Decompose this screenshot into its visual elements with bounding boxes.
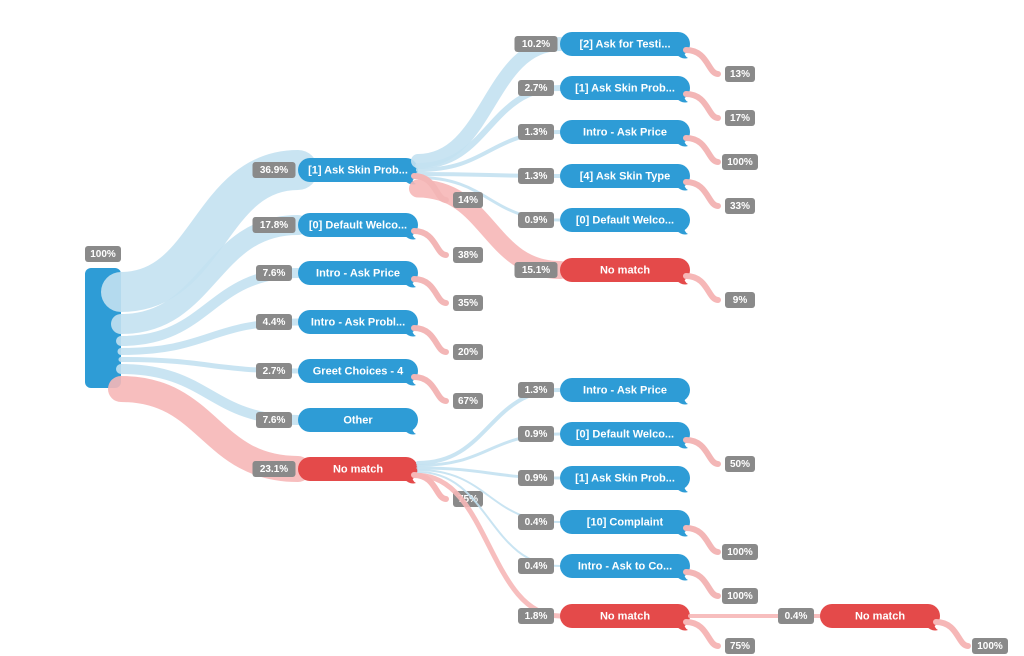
- l2b-drop-1-badge: [725, 456, 755, 472]
- l1-drop-0-badge: [453, 192, 483, 208]
- l1-drop-4-curl: [414, 377, 446, 401]
- l2b-drop-4-badge: [722, 588, 758, 604]
- l2b-drop-3-badge: [722, 544, 758, 560]
- l1-drop-3-curl: [414, 328, 446, 352]
- l2t-drop-2-curl: [686, 138, 718, 162]
- level1-node-1-pct-badge: [253, 217, 296, 233]
- level1-node-5-pct-badge: [256, 412, 292, 428]
- l1-drop-1-curl: [414, 231, 446, 255]
- level2bot-node-2-pct-badge: [518, 470, 554, 486]
- l2b-drop-3-curl: [686, 528, 718, 552]
- level2top-node-3[interactable]: [4] Ask Skin Type: [560, 164, 690, 191]
- level2top-node-0[interactable]: [2] Ask for Testi...: [560, 32, 690, 59]
- level1-node-5[interactable]: Other: [298, 408, 418, 435]
- l2t-drop-0-badge: [725, 66, 755, 82]
- level1-node-3-pct-badge: [256, 314, 292, 330]
- level1-node-2-pct-badge: [256, 265, 292, 281]
- level2bot-node-3-pct-badge: [518, 514, 554, 530]
- level2bot-node-4[interactable]: Intro - Ask to Co...: [560, 554, 690, 581]
- level3-node-0-pct-badge: [778, 608, 814, 624]
- l1-drop-4-badge: [453, 393, 483, 409]
- l2b-drop-5-badge: [725, 638, 755, 654]
- level1-node-2[interactable]: Intro - Ask Price: [298, 261, 418, 288]
- root-percent-badge: [85, 246, 121, 262]
- l2t-drop-5-badge: [725, 292, 755, 308]
- l2t-drop-1-badge: [725, 110, 755, 126]
- flow-link: [418, 44, 560, 161]
- level2top-node-2-pct-badge: [518, 124, 554, 140]
- l1-drop-2-curl: [414, 279, 446, 303]
- l2t-drop-3-curl: [686, 182, 718, 206]
- level2bot-node-5-pct-badge: [518, 608, 554, 624]
- l2t-drop-0-curl: [686, 50, 718, 74]
- level2bot-node-1[interactable]: [0] Default Welco...: [560, 422, 690, 449]
- level1-node-6[interactable]: No match: [298, 457, 418, 484]
- flow-link: [418, 189, 560, 271]
- level2top-node-1-pct-badge: [518, 80, 554, 96]
- level1-node-1[interactable]: [0] Default Welco...: [298, 213, 418, 240]
- level2bot-node-2[interactable]: [1] Ask Skin Prob...: [560, 466, 690, 493]
- level2top-node-5-pct-badge: [515, 262, 558, 278]
- l2b-drop-5-curl: [686, 622, 718, 646]
- level1-node-6-pct-badge: [253, 461, 296, 477]
- l1-drop-3-badge: [453, 344, 483, 360]
- level2bot-node-5[interactable]: No match: [560, 604, 690, 631]
- l3-drop-0-curl: [936, 622, 968, 646]
- level3-node-0[interactable]: No match: [820, 604, 940, 631]
- l2b-drop-4-curl: [686, 572, 718, 596]
- level2top-node-2[interactable]: Intro - Ask Price: [560, 120, 690, 147]
- l2t-drop-5-curl: [686, 276, 718, 300]
- level1-node-4[interactable]: Greet Choices - 4: [298, 359, 418, 386]
- l3-drop-0-badge: [972, 638, 1008, 654]
- level2top-node-5[interactable]: No match: [560, 258, 690, 285]
- level2top-node-4-pct-badge: [518, 212, 554, 228]
- level2bot-node-0-pct-badge: [518, 382, 554, 398]
- level2bot-node-3[interactable]: [10] Complaint: [560, 510, 690, 537]
- flow-link: [121, 389, 298, 469]
- level2bot-node-1-pct-badge: [518, 426, 554, 442]
- level2top-node-3-pct-badge: [518, 168, 554, 184]
- level1-node-0[interactable]: [1] Ask Skin Prob...: [298, 158, 418, 185]
- level2bot-node-4-pct-badge: [518, 558, 554, 574]
- level1-node-0-pct-badge: [253, 162, 296, 178]
- level1-node-4-pct-badge: [256, 363, 292, 379]
- level2top-node-0-pct-badge: [515, 36, 558, 52]
- l2t-drop-2-badge: [722, 154, 758, 170]
- level1-node-3[interactable]: Intro - Ask Probl...: [298, 310, 418, 337]
- l2b-drop-1-curl: [686, 440, 718, 464]
- l1-drop-2-badge: [453, 295, 483, 311]
- level2top-node-4[interactable]: [0] Default Welco...: [560, 208, 690, 235]
- l2t-drop-3-badge: [725, 198, 755, 214]
- level2top-node-1[interactable]: [1] Ask Skin Prob...: [560, 76, 690, 103]
- l2t-drop-1-curl: [686, 94, 718, 118]
- l1-drop-1-badge: [453, 247, 483, 263]
- level2bot-node-0[interactable]: Intro - Ask Price: [560, 378, 690, 405]
